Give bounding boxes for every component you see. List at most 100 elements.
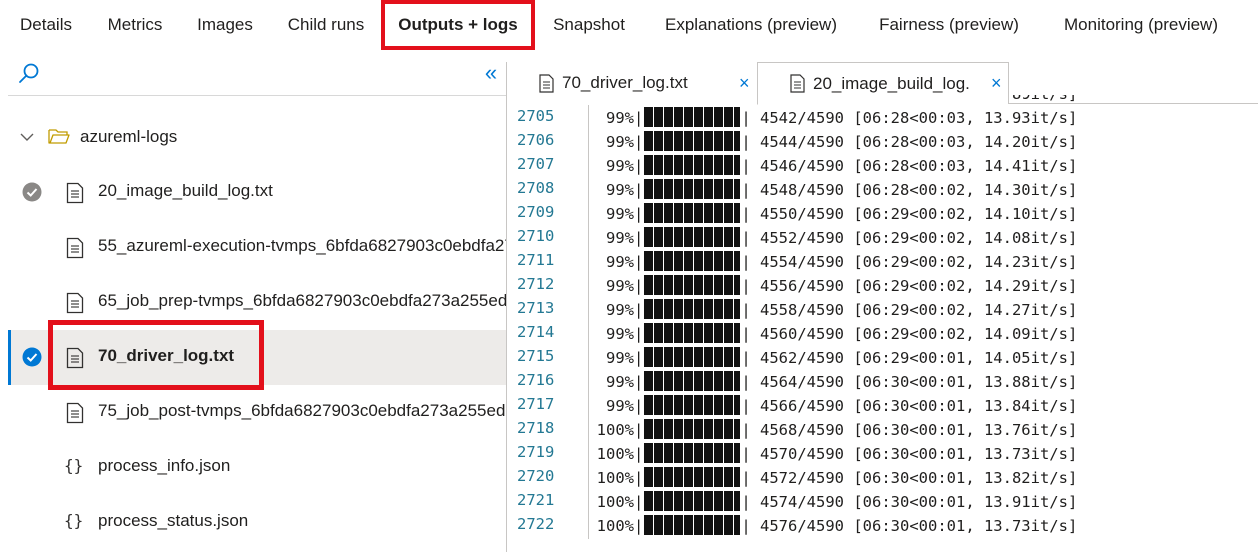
progress-stats: 4544/4590 [06:28<00:03, 14.20it/s] (760, 133, 1078, 151)
json-braces-icon: {} (64, 511, 84, 530)
log-text: 99%| | 4548/4590 [06:28<00:02, 14.30it/s] (587, 179, 1077, 199)
pipe-separator: | (741, 133, 761, 151)
file-label: process_info.json (98, 456, 231, 475)
editor-tab[interactable]: 20_image_build_log. × (758, 62, 1009, 104)
tab-explanations[interactable]: Explanations (preview) (658, 0, 844, 50)
line-number: 2707 (517, 155, 555, 173)
tab-child-runs[interactable]: Child runs (280, 0, 372, 50)
pipe-separator: | (634, 421, 644, 439)
progress-percent: 99% (606, 133, 634, 151)
document-icon (66, 237, 84, 259)
log-text: 99%| | 4550/4590 [06:29<00:02, 14.10it/s] (587, 203, 1077, 223)
editor-tab-label: 20_image_build_log. (813, 73, 970, 93)
pipe-separator: | (634, 445, 644, 463)
pipe-separator: | (741, 229, 761, 247)
tree-file-row[interactable]: 65_job_prep-tvmps_6bfda6827903c0ebdfa273… (8, 275, 506, 330)
tree-file-row[interactable]: {} process_info.json (8, 440, 506, 495)
close-icon[interactable]: × (739, 73, 750, 94)
double-chevron-left-icon[interactable]: « (478, 60, 504, 86)
progress-percent: 99% (606, 181, 634, 199)
selected-check-icon (22, 347, 42, 367)
close-icon[interactable]: × (991, 73, 1002, 94)
pipe-separator: | (741, 181, 761, 199)
progress-percent: 100% (596, 445, 634, 463)
editor-tab-active[interactable]: 70_driver_log.txt × (507, 62, 758, 105)
tab-monitoring[interactable]: Monitoring (preview) (1052, 0, 1230, 50)
pipe-separator: | (741, 205, 761, 223)
progress-stats: 4558/4590 [06:29<00:02, 14.27it/s] (760, 301, 1078, 319)
tree-toolbar: « (8, 52, 506, 96)
tree-file-row-selected[interactable]: 70_driver_log.txt (8, 330, 506, 385)
progress-stats: 4546/4590 [06:28<00:03, 14.41it/s] (760, 157, 1078, 175)
progress-bar-glyphs (644, 323, 741, 343)
pipe-separator: | (634, 229, 644, 247)
log-line: 2710 99%| | 4552/4590 [06:29<00:02, 14.08i… (507, 227, 1258, 251)
document-icon (790, 74, 805, 93)
progress-bar-glyphs (644, 467, 741, 487)
line-number: 2716 (517, 371, 555, 389)
log-line: 2717 99%| | 4566/4590 [06:30<00:01, 13.84i… (507, 395, 1258, 419)
log-text: 99%| | 4554/4590 [06:29<00:02, 14.23it/s] (587, 251, 1077, 271)
tab-details[interactable]: Details (10, 0, 82, 50)
log-text: 99%| | 4566/4590 [06:30<00:01, 13.84it/s] (587, 395, 1077, 415)
progress-stats: 4548/4590 [06:28<00:02, 14.30it/s] (760, 181, 1078, 199)
log-line: 2718 100%| | 4568/4590 [06:30<00:01, 13.76… (507, 419, 1258, 443)
folder-open-icon (48, 129, 70, 144)
tab-metrics[interactable]: Metrics (100, 0, 170, 50)
log-line: 2711 99%| | 4554/4590 [06:29<00:02, 14.23i… (507, 251, 1258, 275)
progress-stats: 4550/4590 [06:29<00:02, 14.10it/s] (760, 205, 1078, 223)
pipe-separator: | (741, 325, 761, 343)
pipe-separator: | (741, 109, 761, 127)
log-line: 2721 100%| | 4574/4590 [06:30<00:01, 13.91… (507, 491, 1258, 515)
search-icon[interactable] (16, 61, 42, 87)
pipe-separator: | (634, 493, 644, 511)
pipe-separator: | (741, 349, 761, 367)
tab-fairness[interactable]: Fairness (preview) (872, 0, 1026, 50)
tree-file-row[interactable]: 55_azureml-execution-tvmps_6bfda6827903c… (8, 220, 506, 275)
progress-stats: 4570/4590 [06:30<00:01, 13.73it/s] (760, 445, 1078, 463)
tree-file-row[interactable]: {} process_status.json (8, 495, 506, 550)
log-text: 99%| | 4560/4590 [06:29<00:02, 14.09it/s] (587, 323, 1077, 343)
tab-snapshot[interactable]: Snapshot (546, 0, 632, 50)
log-text: 100%| | 4572/4590 [06:30<00:01, 13.82it/s… (587, 467, 1077, 487)
pipe-separator: | (634, 373, 644, 391)
progress-percent: 99% (606, 373, 634, 391)
log-line: 2709 99%| | 4550/4590 [06:29<00:02, 14.10i… (507, 203, 1258, 227)
progress-percent: 100% (596, 493, 634, 511)
log-content: 270499%|| 4540/4590 [06:28<00:03, 13.89i… (507, 95, 1258, 552)
pipe-separator: | (741, 301, 761, 319)
tree-file-row[interactable]: 20_image_build_log.txt (8, 165, 506, 220)
pipe-separator: | (741, 277, 761, 295)
run-tabs: Details Metrics Images Child runs Output… (0, 0, 1258, 52)
progress-percent: 99% (606, 397, 634, 415)
tree-file-row[interactable]: 75_job_post-tvmps_6bfda6827903c0ebdfa273… (8, 385, 506, 440)
log-line: 2720 100%| | 4572/4590 [06:30<00:01, 13.82… (507, 467, 1258, 491)
log-text: 99%| | 4564/4590 [06:30<00:01, 13.88it/s] (587, 371, 1077, 391)
progress-stats: 4562/4590 [06:29<00:01, 14.05it/s] (760, 349, 1078, 367)
log-line: 2719 100%| | 4570/4590 [06:30<00:01, 13.73… (507, 443, 1258, 467)
progress-bar-glyphs (644, 251, 741, 271)
progress-stats: 4552/4590 [06:29<00:02, 14.08it/s] (760, 229, 1078, 247)
progress-bar-glyphs (644, 491, 741, 511)
line-number: 2705 (517, 107, 555, 125)
progress-bar-glyphs (644, 395, 741, 415)
pipe-separator: | (634, 397, 644, 415)
progress-stats: 4566/4590 [06:30<00:01, 13.84it/s] (760, 397, 1078, 415)
chevron-down-icon[interactable] (20, 132, 34, 142)
log-text: 100%| | 4574/4590 [06:30<00:01, 13.91it/s… (587, 491, 1077, 511)
log-text: 99%| | 4544/4590 [06:28<00:03, 14.20it/s] (587, 131, 1077, 151)
progress-stats: 4554/4590 [06:29<00:02, 14.23it/s] (760, 253, 1078, 271)
log-text: 99%| | 4552/4590 [06:29<00:02, 14.08it/s] (587, 227, 1077, 247)
log-line: 2715 99%| | 4562/4590 [06:29<00:01, 14.05i… (507, 347, 1258, 371)
tab-images[interactable]: Images (190, 0, 260, 50)
progress-percent: 99% (606, 301, 634, 319)
pipe-separator: | (634, 301, 644, 319)
folder-azureml-logs[interactable]: azureml-logs (8, 110, 506, 165)
tab-outputs-logs[interactable]: Outputs + logs (381, 0, 535, 50)
progress-percent: 100% (596, 421, 634, 439)
progress-bar-glyphs (644, 299, 741, 319)
line-number: 2719 (517, 443, 555, 461)
log-text: 99%| | 4558/4590 [06:29<00:02, 14.27it/s] (587, 299, 1077, 319)
line-number: 2714 (517, 323, 555, 341)
pipe-separator: | (634, 181, 644, 199)
